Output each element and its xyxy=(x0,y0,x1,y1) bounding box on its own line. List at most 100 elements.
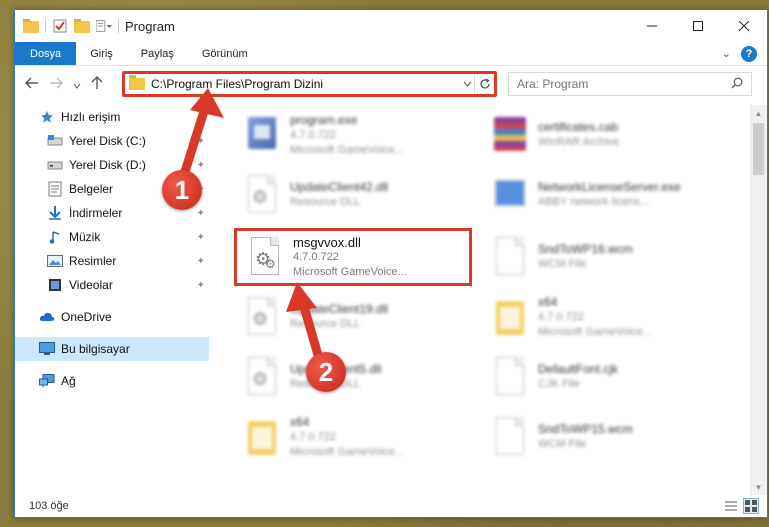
file-item[interactable]: ⚙ UpdateClient5.dll Resource DLL xyxy=(234,349,474,405)
scroll-up-icon[interactable]: ▲ xyxy=(750,105,767,121)
file-item[interactable]: NetworkLicenseServer.exe ABBY network li… xyxy=(482,167,722,223)
archive-icon xyxy=(490,113,530,157)
pin-icon[interactable]: ✦ xyxy=(197,232,205,243)
properties-icon[interactable] xyxy=(52,18,68,34)
close-button[interactable] xyxy=(721,10,767,42)
file-type: Resource DLL xyxy=(290,318,361,330)
sidebar-item-label: Belgeler xyxy=(69,182,114,196)
sidebar-item-disk-c[interactable]: Yerel Disk (C:) ✦ xyxy=(15,129,209,153)
sidebar-item-label: OneDrive xyxy=(61,310,112,324)
file-item[interactable]: ⚙ UpdateClient42.dll Resource DLL xyxy=(234,167,474,223)
search-input[interactable] xyxy=(517,77,731,91)
file-name: SndToWP15.wcm xyxy=(538,422,633,436)
vertical-scrollbar[interactable]: ▲ ▼ xyxy=(750,105,767,495)
ribbon-tabs: Dosya Giriş Paylaş Görünüm ⌄ ? xyxy=(15,42,767,66)
search-icon[interactable] xyxy=(731,77,743,92)
step-badge-2: 2 xyxy=(306,352,346,392)
file-item[interactable]: DefaultFont.cjk CJK File xyxy=(482,349,722,405)
sidebar-item-label: Müzik xyxy=(69,230,101,244)
file-name: msgvvox.dll xyxy=(293,234,361,250)
file-name: SndToWP16.wcm xyxy=(538,242,633,256)
file-type: WCM File xyxy=(538,438,587,450)
file-item[interactable]: certificates.cab WinRAR Archive xyxy=(482,107,722,163)
sidebar-item-videos[interactable]: Videolar ✦ xyxy=(15,273,209,297)
title-bar: Program xyxy=(15,10,767,42)
sidebar-item-quick-access[interactable]: Hızlı erişim xyxy=(15,105,209,129)
pictures-icon xyxy=(47,253,63,269)
forward-arrow-icon[interactable] xyxy=(49,76,63,92)
search-box[interactable] xyxy=(508,72,752,96)
sidebar-item-music[interactable]: Müzik ✦ xyxy=(15,225,209,249)
sidebar-item-network[interactable]: Ağ xyxy=(15,369,209,393)
address-path[interactable]: C:\Program Files\Program Dizini xyxy=(151,77,460,91)
address-bar[interactable]: C:\Program Files\Program Dizini xyxy=(122,71,497,97)
sidebar-item-label: Yerel Disk (D:) xyxy=(69,158,146,172)
file-description: Microsoft GameVoice... xyxy=(290,445,404,458)
file-item[interactable]: x64 4.7.0.722 Microsoft GameVoice... xyxy=(482,289,722,345)
new-folder-icon[interactable] xyxy=(74,18,90,34)
toolbar-separator xyxy=(45,19,46,33)
file-item[interactable]: program.exe 4.7.0.722 Microsoft GameVoic… xyxy=(234,107,474,163)
tiles-view-icon[interactable] xyxy=(743,498,759,514)
tab-view[interactable]: Görünüm xyxy=(188,42,262,65)
sidebar-item-label: Ağ xyxy=(61,374,76,388)
documents-icon xyxy=(47,181,63,197)
file-item[interactable]: SndToWP15.wcm WCM File xyxy=(482,409,722,465)
back-arrow-icon[interactable] xyxy=(25,76,39,92)
help-icon[interactable]: ? xyxy=(741,45,757,62)
file-name: UpdateClient42.dll xyxy=(290,180,389,194)
maximize-button[interactable] xyxy=(675,10,721,42)
download-icon xyxy=(47,205,63,221)
details-view-icon[interactable] xyxy=(723,498,739,514)
pin-icon[interactable]: ✦ xyxy=(197,256,205,267)
app-icon xyxy=(490,173,530,217)
recent-locations-icon[interactable] xyxy=(73,76,81,92)
customize-toolbar-icon[interactable] xyxy=(96,18,112,34)
file-name: NetworkLicenseServer.exe xyxy=(538,180,681,194)
dll-icon: ⚙ xyxy=(242,173,282,217)
tab-file[interactable]: Dosya xyxy=(15,42,77,65)
chevron-down-icon[interactable] xyxy=(460,79,474,90)
exe-icon xyxy=(242,113,282,157)
tab-share[interactable]: Paylaş xyxy=(127,42,188,65)
file-name: UpdateClient19.dll xyxy=(290,302,389,316)
folder-icon xyxy=(23,18,39,34)
scroll-down-icon[interactable]: ▼ xyxy=(750,479,767,495)
file-version: 4.7.0.722 xyxy=(293,250,339,263)
dll-icon: ⚙ ⚙ xyxy=(245,235,285,279)
tab-home[interactable]: Giriş xyxy=(76,42,127,65)
sidebar-item-label: Bu bilgisayar xyxy=(61,342,130,356)
dll-icon: ⚙ xyxy=(242,355,282,399)
file-icon xyxy=(490,235,530,279)
pin-icon[interactable]: ✦ xyxy=(197,160,205,171)
file-type: CJK File xyxy=(538,378,580,390)
minimize-button[interactable] xyxy=(629,10,675,42)
file-version: 4.7.0.722 xyxy=(538,310,584,323)
navigation-bar: C:\Program Files\Program Dizini xyxy=(15,67,767,101)
sidebar-item-pictures[interactable]: Resimler ✦ xyxy=(15,249,209,273)
file-type: WinRAR Archive xyxy=(538,136,620,148)
star-icon xyxy=(39,109,55,125)
file-name: x64 xyxy=(538,294,558,309)
pin-icon[interactable]: ✦ xyxy=(197,208,205,219)
toolbar-separator xyxy=(118,19,119,33)
folder-icon xyxy=(129,75,145,90)
sidebar-item-this-pc[interactable]: Bu bilgisayar xyxy=(15,337,209,361)
file-version: 4.7.0.722 xyxy=(290,128,336,141)
sidebar-item-label: Yerel Disk (C:) xyxy=(69,134,146,148)
up-arrow-icon[interactable] xyxy=(91,75,103,93)
scrollbar-thumb[interactable] xyxy=(753,123,764,175)
file-item-msgvvox[interactable]: ⚙ ⚙ msgvvox.dll 4.7.0.722 Microsoft GameV… xyxy=(234,228,472,286)
file-item[interactable]: x64 4.7.0.722 Microsoft GameVoice... xyxy=(234,409,474,465)
expand-ribbon-icon[interactable]: ⌄ xyxy=(722,47,731,60)
cloud-icon xyxy=(39,309,55,325)
pin-icon[interactable]: ✦ xyxy=(197,136,205,147)
file-item[interactable]: SndToWP16.wcm WCM File xyxy=(482,229,722,285)
sidebar-item-onedrive[interactable]: OneDrive xyxy=(15,305,209,329)
pin-icon[interactable]: ✦ xyxy=(197,280,205,291)
refresh-icon[interactable] xyxy=(474,74,494,94)
file-description: Microsoft GameVoice... xyxy=(293,265,407,278)
file-item[interactable]: ⚙ UpdateClient19.dll Resource DLL xyxy=(234,289,474,345)
quick-access-toolbar xyxy=(15,18,119,34)
drive-icon xyxy=(47,133,63,149)
